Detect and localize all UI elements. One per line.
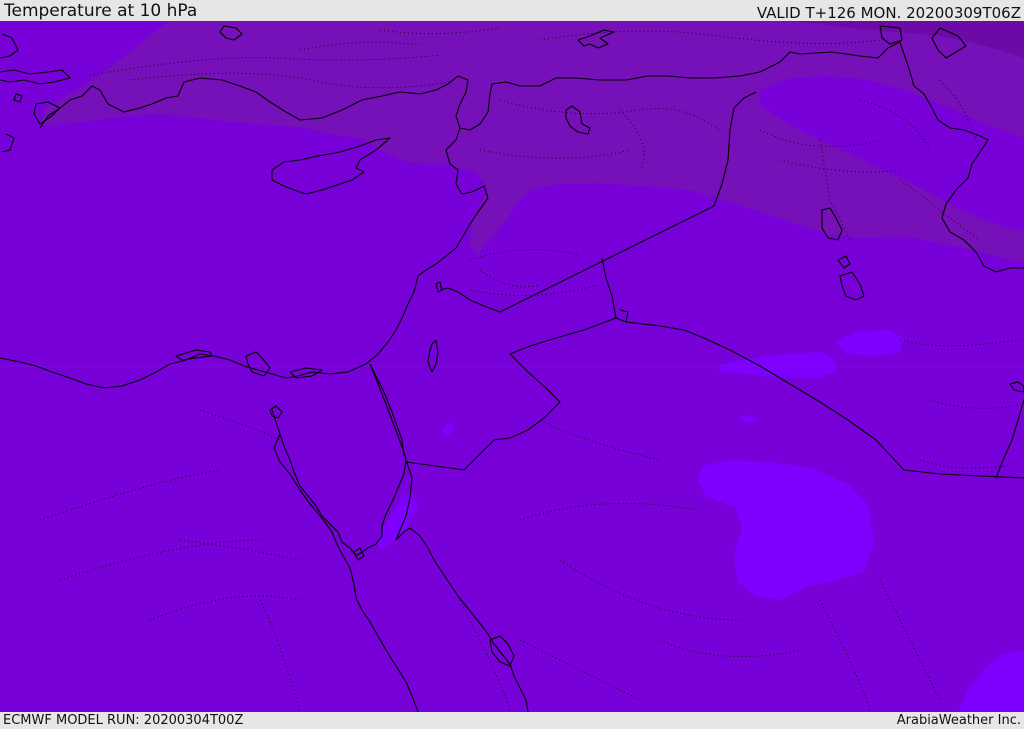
valid-time-label: VALID T+126 MON. 20200309T06Z <box>756 4 1021 22</box>
model-run-label: ECMWF MODEL RUN: 20200304T00Z <box>3 713 244 728</box>
weather-map-page: Temperature at 10 hPa VALID T+126 MON. 2… <box>0 0 1024 729</box>
map-canvas <box>0 21 1024 712</box>
header-bar: Temperature at 10 hPa VALID T+126 MON. 2… <box>0 0 1024 21</box>
map-title: Temperature at 10 hPa <box>4 1 198 21</box>
map-svg <box>0 21 1024 712</box>
credit-label: ArabiaWeather Inc. <box>896 713 1021 728</box>
footer-bar: ECMWF MODEL RUN: 20200304T00Z ArabiaWeat… <box>0 712 1024 729</box>
